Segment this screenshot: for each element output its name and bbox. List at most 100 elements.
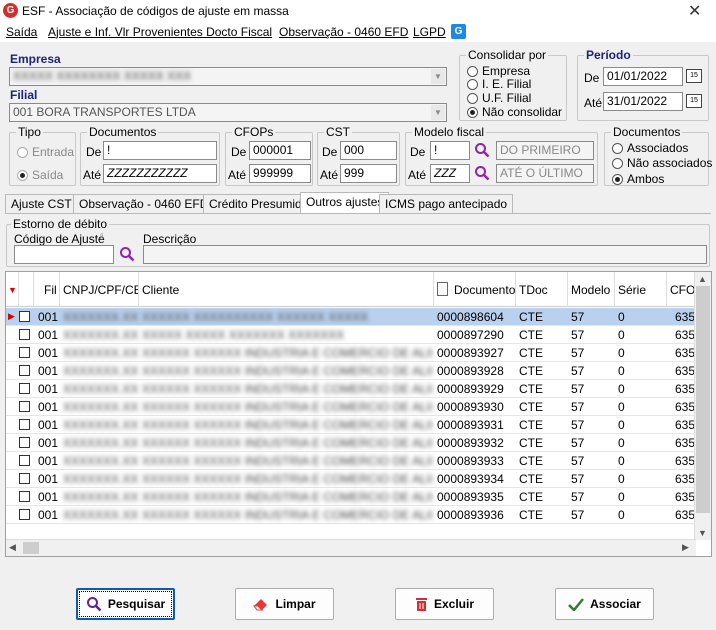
row-checkbox[interactable]: [19, 491, 30, 502]
cell-cfop: 6352: [675, 400, 696, 414]
table-row[interactable]: 001 XXXXXXX.XXXX/XX-XX XXXXXX XXXXXX INDUS…: [6, 470, 696, 488]
table-row[interactable]: 001 XXXXXXX.XXXX/XX-XX XXXXX XXXXX XXXXXXX…: [6, 326, 696, 344]
cell-cnpj: XXXXXXX.XXXX/XX-XX: [63, 490, 138, 504]
table-row[interactable]: 001 XXXXXXX.XXXX/XX-XX XXXXXX XXXXXX INDUS…: [6, 344, 696, 362]
header-cfop[interactable]: CFOP: [667, 272, 696, 307]
tab-outros-ajustes[interactable]: Outros ajustes: [300, 192, 390, 213]
row-checkbox[interactable]: [19, 455, 30, 466]
horizontal-scroll-thumb[interactable]: [23, 542, 39, 554]
calendar-icon[interactable]: 15: [686, 69, 702, 83]
cfops-de-field[interactable]: 000001: [249, 141, 311, 160]
table-row[interactable]: 001 XXXXXXX.XXXX/XX-XX XXXXXX XXXXXX INDUS…: [6, 398, 696, 416]
modelo-ate-field[interactable]: ZZZ: [430, 164, 470, 183]
table-row[interactable]: 001 XXXXXXX.XXXX/XX-XX XXXXXX XXXXXX INDUS…: [6, 380, 696, 398]
menu-lgpd[interactable]: LGPD: [413, 25, 446, 39]
menu-ajuste[interactable]: Ajuste e Inf. Vlr Provenientes Docto Fis…: [48, 25, 272, 39]
cell-cliente: XXXXXX XXXXXX INDUSTRIA E COMERCIO DE AL…: [142, 346, 432, 360]
row-checkbox[interactable]: [19, 365, 30, 376]
header-modelo[interactable]: Modelo: [568, 272, 615, 307]
cell-fil: 001: [38, 328, 59, 342]
cell-cnpj: XXXXXXX.XXXX/XX-XX: [63, 400, 138, 414]
scroll-up-icon[interactable]: ▲: [698, 274, 707, 284]
cell-tdoc: CTE: [519, 310, 543, 324]
modelo-de-field[interactable]: !: [430, 141, 470, 160]
radio-ambos[interactable]: Ambos: [612, 172, 664, 186]
close-icon[interactable]: ✕: [688, 1, 701, 21]
cfops-group: CFOPs De 000001 Até 999999: [225, 125, 313, 186]
row-checkbox[interactable]: [19, 329, 30, 340]
documentos-de-field[interactable]: !: [103, 141, 217, 160]
pesquisar-button[interactable]: Pesquisar: [76, 588, 175, 620]
header-tdoc[interactable]: TDoc: [516, 272, 568, 307]
tab-credito-presumido[interactable]: Crédito Presumido: [203, 194, 315, 213]
documentos-group: Documentos De ! Até ZZZZZZZZZZZ: [80, 125, 220, 186]
radio-ie-filial[interactable]: I. E. Filial: [467, 77, 531, 91]
periodo-de-field[interactable]: 01/01/2022: [603, 67, 683, 86]
vertical-scrollbar[interactable]: ▲ ▼: [694, 272, 711, 540]
table-row[interactable]: 001 XXXXXXX.XXXX/XX-XX XXXXXX XXXXXX INDUS…: [6, 416, 696, 434]
cell-serie: 0: [618, 346, 625, 360]
radio-empresa[interactable]: Empresa: [467, 64, 530, 78]
help-g-icon[interactable]: G: [451, 24, 466, 39]
header-cnpj[interactable]: CNPJ/CPF/CEI: [60, 272, 139, 307]
radio-uf-filial[interactable]: U.F. Filial: [467, 91, 531, 105]
cst-de-field[interactable]: 000: [340, 141, 397, 160]
filial-select[interactable]: 001 BORA TRANSPORTES LTDA ▼: [9, 103, 447, 122]
cell-cfop: 6352: [675, 508, 696, 522]
table-row[interactable]: 001 XXXXXXX.XXXX/XX-XX XXXXXX XXXXXX INDUS…: [6, 452, 696, 470]
radio-nao-associados[interactable]: Não associados: [612, 156, 712, 170]
cell-cliente: XXXXXX XXXXXX INDUSTRIA E COMERCIO DE AL…: [142, 418, 432, 432]
limpar-button[interactable]: Limpar: [235, 588, 334, 620]
search-icon[interactable]: [474, 165, 490, 181]
codigo-ajuste-field[interactable]: [14, 245, 114, 264]
chevron-down-icon: ▼: [431, 105, 445, 120]
table-row[interactable]: 001 XXXXXXX.XXXX/XX-XX XXXXXX XXXXXX INDUS…: [6, 434, 696, 452]
radio-saida[interactable]: Saída: [17, 168, 63, 182]
header-serie[interactable]: Série: [615, 272, 667, 307]
row-checkbox[interactable]: [19, 419, 30, 430]
row-checkbox[interactable]: [19, 401, 30, 412]
row-checkbox[interactable]: [19, 509, 30, 520]
row-checkbox[interactable]: [19, 383, 30, 394]
search-icon[interactable]: [474, 142, 490, 158]
row-checkbox[interactable]: [19, 347, 30, 358]
menu-saida[interactable]: Saída: [6, 25, 37, 39]
header-cliente[interactable]: Cliente: [139, 272, 434, 307]
cell-documento: 0000893936: [437, 508, 504, 522]
cell-cliente: XXXXXX XXXXXX INDUSTRIA E COMERCIO DE AL…: [142, 382, 432, 396]
periodo-ate-field[interactable]: 31/01/2022: [603, 92, 683, 111]
table-row[interactable]: 001 XXXXXXX.XXXX/XX-XX XXXXXX XXXXXX INDUS…: [6, 506, 696, 524]
scroll-down-icon[interactable]: ▼: [698, 528, 707, 538]
radio-nao-consolidar[interactable]: Não consolidar: [467, 105, 562, 119]
tab-icms-pago[interactable]: ICMS pago antecipado: [379, 194, 514, 213]
tab-ajuste-cst[interactable]: Ajuste CST: [5, 194, 78, 213]
empresa-select[interactable]: XXXXX XXXXXXXX XXXXX XXX ▼: [9, 67, 447, 86]
menu-observacao[interactable]: Observação - 0460 EFD: [279, 25, 408, 39]
scroll-right-icon[interactable]: ▶: [682, 542, 689, 553]
horizontal-scrollbar[interactable]: ◀ ▶: [6, 539, 696, 556]
search-icon[interactable]: [119, 246, 135, 262]
tab-observacao[interactable]: Observação - 0460 EFD: [73, 194, 215, 213]
cst-ate-field[interactable]: 999: [340, 164, 397, 183]
documentos-ate-field[interactable]: ZZZZZZZZZZZ: [103, 164, 217, 183]
header-fil[interactable]: Fil: [34, 272, 60, 307]
radio-associados[interactable]: Associados: [612, 141, 688, 155]
associar-button[interactable]: Associar: [555, 588, 654, 620]
scroll-left-icon[interactable]: ◀: [9, 542, 16, 553]
table-row[interactable]: 001 XXXXXXX.XXXX/XX-XX XXXXXX XXXXXX INDUS…: [6, 488, 696, 506]
row-checkbox[interactable]: [19, 473, 30, 484]
row-checkbox[interactable]: [19, 311, 30, 322]
table-row[interactable]: 001 XXXXXXX.XXXX/XX-XX XXXXXX XXXXXX INDUS…: [6, 362, 696, 380]
cfops-ate-field[interactable]: 999999: [249, 164, 311, 183]
cell-tdoc: CTE: [519, 454, 543, 468]
radio-entrada[interactable]: Entrada: [17, 145, 74, 159]
row-checkbox[interactable]: [19, 437, 30, 448]
calendar-icon[interactable]: 15: [686, 94, 702, 108]
header-documento[interactable]: Documento: [434, 272, 516, 307]
table-row[interactable]: ▶ 001 XXXXXXX.XXXX/XX-XX XXXXXX XXXXXXXXXX …: [6, 308, 696, 326]
vertical-scroll-thumb[interactable]: [696, 286, 710, 513]
results-grid[interactable]: ▼ Fil CNPJ/CPF/CEI Cliente Documento TDo…: [5, 271, 712, 557]
cell-serie: 0: [618, 310, 625, 324]
excluir-button[interactable]: Excluir: [395, 588, 494, 620]
filial-value: 001 BORA TRANSPORTES LTDA: [13, 105, 196, 119]
